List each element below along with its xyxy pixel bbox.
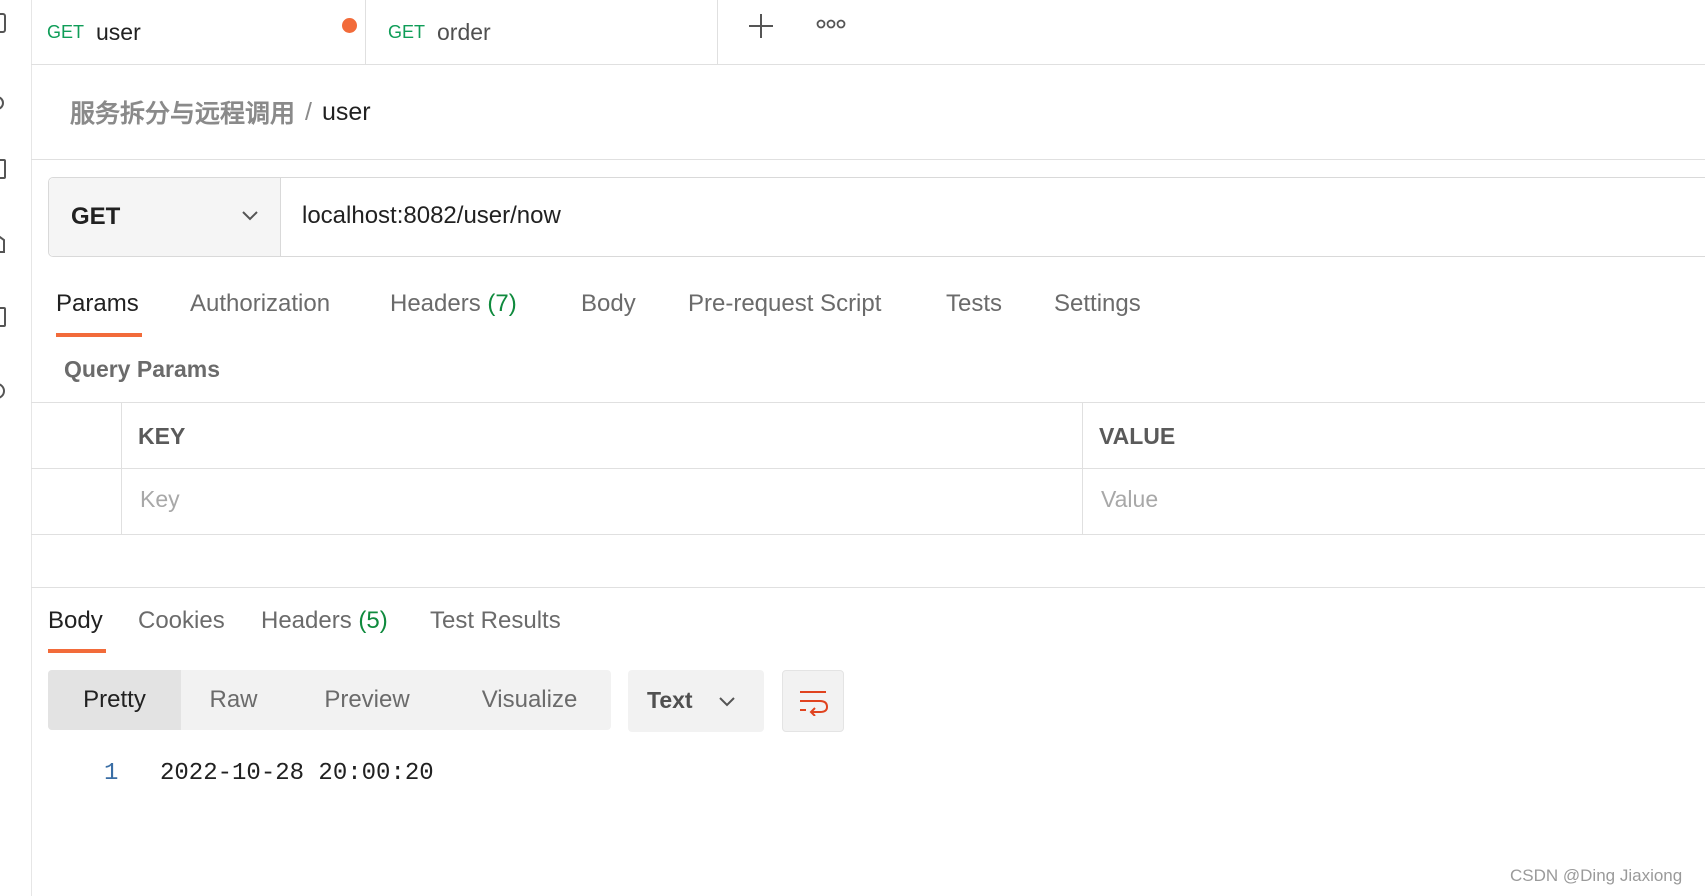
- params-table: KEY VALUE Key Value: [31, 402, 1705, 535]
- breadcrumb-current[interactable]: user: [322, 98, 371, 127]
- value-input[interactable]: Value: [1101, 486, 1158, 513]
- response-tab-headers[interactable]: Headers (5): [261, 607, 388, 635]
- table-border: [31, 534, 1705, 535]
- method-label: GET: [71, 203, 121, 230]
- view-visualize[interactable]: Visualize: [448, 670, 611, 730]
- tab-headers[interactable]: Headers (7): [390, 290, 517, 318]
- unsaved-indicator: [342, 18, 357, 33]
- view-pretty[interactable]: Pretty: [48, 670, 181, 730]
- request-tab-bar: GET user GET order: [31, 0, 1705, 65]
- chevron-down-icon: [719, 697, 735, 707]
- wrap-lines-button[interactable]: [782, 670, 844, 732]
- tab-tests[interactable]: Tests: [946, 290, 1002, 318]
- method-select[interactable]: GET: [49, 178, 281, 256]
- tab-label: Headers: [261, 607, 352, 634]
- breadcrumb: 服务拆分与远程调用 / user: [70, 94, 371, 130]
- tab-method: GET: [388, 21, 426, 42]
- line-number: 1: [104, 760, 119, 787]
- tab-settings[interactable]: Settings: [1054, 290, 1141, 318]
- tab-authorization[interactable]: Authorization: [190, 290, 330, 318]
- tab-label: Headers: [390, 290, 481, 317]
- breadcrumb-collection[interactable]: 服务拆分与远程调用: [70, 94, 295, 130]
- url-bar: GET localhost:8082/user/now: [48, 177, 1705, 257]
- tab-divider: [365, 0, 366, 64]
- monitors-icon[interactable]: [0, 306, 6, 328]
- plus-icon[interactable]: [747, 12, 775, 40]
- view-raw[interactable]: Raw: [181, 670, 286, 730]
- response-tab-body[interactable]: Body: [48, 607, 103, 635]
- chevron-down-icon: [242, 211, 258, 221]
- tab-name: order: [437, 18, 491, 45]
- tab-params[interactable]: Params: [56, 290, 139, 318]
- header-count: (5): [358, 607, 388, 634]
- table-border: [31, 468, 1705, 469]
- response-body-text: 2022-10-28 20:00:20: [160, 760, 434, 787]
- breadcrumb-separator: /: [305, 97, 312, 126]
- tab-body[interactable]: Body: [581, 290, 636, 318]
- query-params-title: Query Params: [64, 356, 220, 382]
- view-preview[interactable]: Preview: [286, 670, 448, 730]
- response-tab-cookies[interactable]: Cookies: [138, 607, 225, 635]
- tab-divider: [717, 0, 718, 64]
- tab-order[interactable]: GET order: [388, 0, 708, 64]
- table-divider: [121, 402, 122, 535]
- header-count: (7): [487, 290, 517, 317]
- tab-pre-request-script[interactable]: Pre-request Script: [688, 290, 881, 318]
- format-select[interactable]: Text: [628, 670, 764, 732]
- response-divider: [31, 587, 1705, 588]
- format-label: Text: [647, 687, 693, 713]
- history-icon[interactable]: [0, 380, 6, 402]
- view-mode-selector: Pretty Raw Preview Visualize: [48, 670, 611, 730]
- response-tab-test-results[interactable]: Test Results: [430, 607, 561, 635]
- collections-icon[interactable]: [0, 12, 6, 34]
- mock-servers-icon[interactable]: [0, 232, 6, 254]
- active-tab-indicator: [48, 649, 106, 653]
- more-options-icon[interactable]: [816, 18, 846, 30]
- environments-icon[interactable]: [0, 158, 6, 180]
- wrap-lines-icon: [800, 691, 829, 716]
- divider: [31, 159, 1705, 160]
- active-tab-indicator: [56, 333, 142, 337]
- tab-user[interactable]: GET user: [47, 0, 365, 64]
- tab-name: user: [96, 18, 141, 45]
- tab-method: GET: [47, 21, 85, 42]
- value-column-header: VALUE: [1099, 423, 1176, 449]
- key-input[interactable]: Key: [140, 486, 180, 513]
- left-sidebar: [0, 0, 32, 896]
- watermark: CSDN @Ding Jiaxiong: [1510, 866, 1683, 885]
- apis-icon[interactable]: [0, 92, 6, 114]
- url-input[interactable]: localhost:8082/user/now: [302, 202, 561, 230]
- table-border: [31, 402, 1705, 403]
- key-column-header: KEY: [138, 423, 186, 449]
- table-divider: [1082, 402, 1083, 535]
